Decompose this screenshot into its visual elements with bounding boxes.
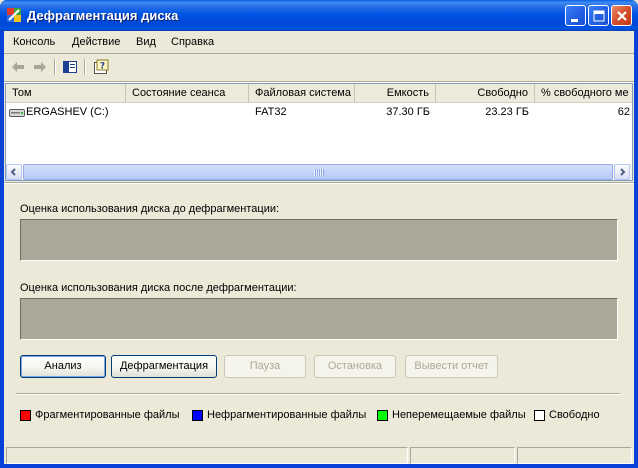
pane-splitter[interactable]	[4, 182, 634, 184]
cell-file-system: FAT32	[255, 106, 287, 118]
window-frame-bottom	[0, 464, 638, 468]
chevron-left-icon	[10, 168, 16, 176]
minimize-button[interactable]	[565, 5, 586, 26]
legend-divider	[16, 393, 620, 395]
legend-label: Свободно	[549, 409, 600, 421]
status-pane-middle	[410, 447, 515, 464]
client-area: Консоль Действие Вид Справка ? Том Состо…	[4, 31, 634, 464]
defrag-window: Дефрагментация диска Консоль Действие Ви…	[0, 0, 638, 468]
before-defrag-label: Оценка использования диска до дефрагмент…	[20, 203, 280, 215]
column-free[interactable]: Свободно	[436, 84, 535, 102]
column-file-system[interactable]: Файловая система	[249, 84, 355, 102]
before-defrag-display	[20, 219, 618, 261]
scroll-grip	[314, 169, 324, 176]
legend-label: Нефрагментированные файлы	[207, 409, 367, 421]
hard-drive-icon	[9, 109, 25, 117]
show-hide-tree-icon[interactable]	[62, 59, 78, 75]
volume-list-header: Том Состояние сеанса Файловая система Ем…	[6, 84, 632, 103]
menu-view[interactable]: Вид	[136, 36, 156, 48]
scroll-thumb[interactable]	[23, 164, 613, 180]
after-defrag-display	[20, 298, 618, 340]
column-percent-free[interactable]: % свободного ме	[535, 84, 632, 102]
column-capacity[interactable]: Емкость	[355, 84, 436, 102]
forward-arrow-icon[interactable]	[32, 59, 48, 75]
title-bar[interactable]: Дефрагментация диска	[0, 0, 638, 31]
status-pane-right	[517, 447, 632, 464]
status-pane-main	[6, 447, 408, 464]
scroll-right-button[interactable]	[614, 164, 630, 180]
chevron-right-icon	[620, 168, 626, 176]
help-icon[interactable]: ?	[93, 59, 109, 75]
menu-action[interactable]: Действие	[72, 36, 120, 48]
minimize-icon	[571, 19, 578, 22]
legend-label: Фрагментированные файлы	[35, 409, 180, 421]
legend-swatch-blue	[192, 410, 203, 421]
maximize-icon	[593, 10, 605, 22]
volume-list[interactable]: Том Состояние сеанса Файловая система Ем…	[5, 83, 633, 181]
legend-swatch-red	[20, 410, 31, 421]
maximize-button[interactable]	[588, 5, 609, 26]
column-session-status[interactable]: Состояние сеанса	[126, 84, 249, 102]
table-row[interactable]: ERGASHEV (C:) FAT32 37.30 ГБ 23.23 ГБ 62	[6, 104, 632, 121]
cell-free: 23.23 ГБ	[485, 106, 529, 118]
defragment-button[interactable]: Дефрагментация	[111, 355, 217, 378]
menu-separator	[4, 53, 634, 54]
pause-button[interactable]: Пауза	[224, 355, 306, 378]
status-bar	[4, 445, 634, 464]
legend-label: Неперемещаемые файлы	[392, 409, 526, 421]
back-arrow-icon[interactable]	[10, 59, 26, 75]
menu-console[interactable]: Консоль	[13, 36, 55, 48]
toolbar-separator	[54, 59, 56, 75]
toolbar-separator	[84, 59, 86, 75]
scroll-left-button[interactable]	[6, 164, 22, 180]
view-report-button[interactable]: Вывести отчет	[405, 355, 498, 378]
cell-volume: ERGASHEV (C:)	[26, 106, 109, 118]
stop-button[interactable]: Остановка	[314, 355, 396, 378]
defrag-app-icon	[7, 8, 21, 22]
horizontal-scrollbar[interactable]	[6, 164, 632, 180]
toolbar: ?	[4, 55, 634, 79]
window-frame-right	[634, 31, 638, 468]
menu-help[interactable]: Справка	[171, 36, 214, 48]
cell-capacity: 37.30 ГБ	[386, 106, 430, 118]
analyze-button[interactable]: Анализ	[20, 355, 106, 378]
svg-text:?: ?	[100, 62, 105, 72]
menu-bar: Консоль Действие Вид Справка	[4, 33, 634, 53]
window-title: Дефрагментация диска	[27, 8, 179, 23]
legend-swatch-white	[534, 410, 545, 421]
close-button[interactable]	[611, 5, 632, 26]
cell-percent-free: 62	[617, 106, 630, 118]
close-icon	[617, 11, 627, 21]
column-volume[interactable]: Том	[6, 84, 126, 102]
after-defrag-label: Оценка использования диска после дефрагм…	[20, 282, 297, 294]
legend-swatch-green	[377, 410, 388, 421]
